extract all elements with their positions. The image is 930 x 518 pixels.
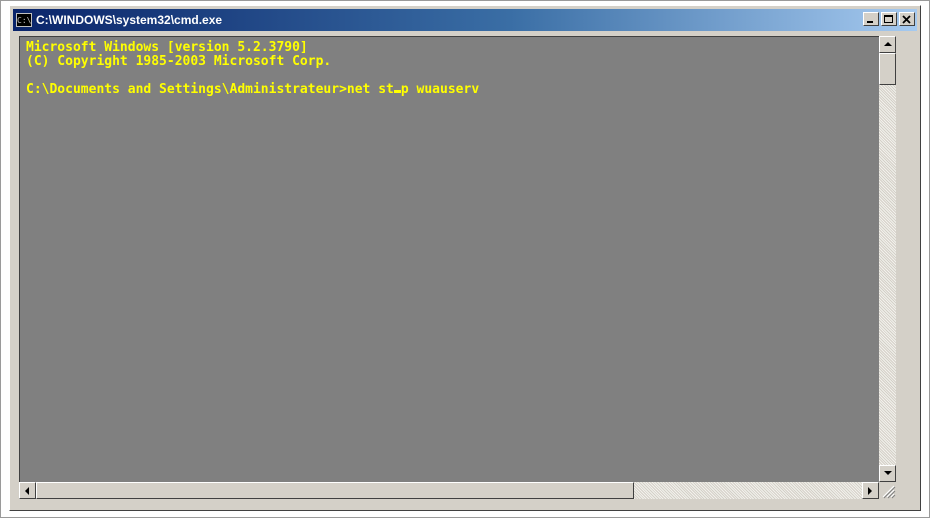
scroll-up-button[interactable] bbox=[879, 36, 896, 53]
minimize-button[interactable] bbox=[863, 12, 879, 26]
command-prompt: C:\Documents and Settings\Administrateur… bbox=[26, 82, 347, 97]
text-cursor bbox=[393, 90, 401, 93]
maximize-button[interactable] bbox=[881, 12, 897, 26]
maximize-icon bbox=[884, 15, 893, 23]
command-text-start: net st bbox=[346, 82, 394, 97]
arrow-up-icon bbox=[884, 42, 892, 46]
console-line-version: Microsoft Windows [version 5.2.3790] bbox=[26, 40, 308, 55]
arrow-right-icon bbox=[868, 487, 872, 495]
screenshot-frame: C:\ C:\WINDOWS\system32\cmd.exe Microsof… bbox=[0, 0, 930, 518]
horizontal-scrollbar[interactable] bbox=[19, 482, 879, 499]
title-bar[interactable]: C:\ C:\WINDOWS\system32\cmd.exe bbox=[13, 9, 917, 31]
console-line-copyright: (C) Copyright 1985-2003 Microsoft Corp. bbox=[26, 54, 332, 69]
scroll-left-button[interactable] bbox=[19, 482, 36, 499]
window-title: C:\WINDOWS\system32\cmd.exe bbox=[36, 13, 223, 27]
resize-grip-icon bbox=[882, 485, 896, 499]
arrow-left-icon bbox=[25, 487, 29, 495]
horizontal-scroll-thumb[interactable] bbox=[36, 482, 634, 499]
vertical-scroll-thumb[interactable] bbox=[879, 53, 896, 85]
scroll-down-button[interactable] bbox=[879, 465, 896, 482]
resize-grip[interactable] bbox=[879, 482, 896, 499]
vertical-scrollbar[interactable] bbox=[879, 36, 896, 482]
scroll-right-button[interactable] bbox=[862, 482, 879, 499]
command-text-end: p wuauserv bbox=[400, 82, 480, 97]
minimize-icon bbox=[867, 21, 873, 23]
console-line-command: C:\Documents and Settings\Administrateur… bbox=[26, 83, 479, 97]
arrow-down-icon bbox=[884, 471, 892, 475]
cmd-icon[interactable]: C:\ bbox=[16, 13, 32, 27]
caption-buttons bbox=[861, 12, 915, 26]
close-button[interactable] bbox=[899, 12, 915, 26]
close-icon bbox=[902, 15, 911, 24]
console-output[interactable]: Microsoft Windows [version 5.2.3790] (C)… bbox=[19, 36, 879, 482]
